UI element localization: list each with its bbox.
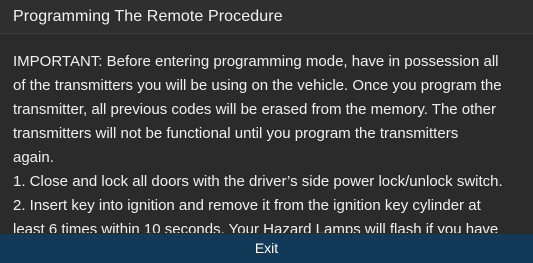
dialog-header: Programming The Remote Procedure — [0, 0, 533, 34]
procedure-line: least 6 times within 10 seconds. Your Ha… — [13, 221, 499, 233]
procedure-text: IMPORTANT: Before entering programming m… — [13, 50, 533, 233]
exit-button[interactable]: Exit — [0, 234, 533, 263]
procedure-line: IMPORTANT: Before entering programming m… — [13, 53, 499, 70]
procedure-line: transmitter, all previous codes will be … — [13, 101, 496, 118]
procedure-line: of the transmitters you will be using on… — [13, 77, 502, 94]
procedure-line: 2. Insert key into ignition and remove i… — [13, 197, 481, 214]
dialog-body[interactable]: IMPORTANT: Before entering programming m… — [0, 42, 533, 233]
procedure-line: again. — [13, 149, 54, 166]
dialog-title: Programming The Remote Procedure — [13, 8, 283, 25]
procedure-line: 1. Close and lock all doors with the dri… — [13, 173, 503, 190]
procedure-dialog: Programming The Remote Procedure IMPORTA… — [0, 0, 533, 263]
procedure-line: transmitters will not be functional unti… — [13, 125, 459, 142]
